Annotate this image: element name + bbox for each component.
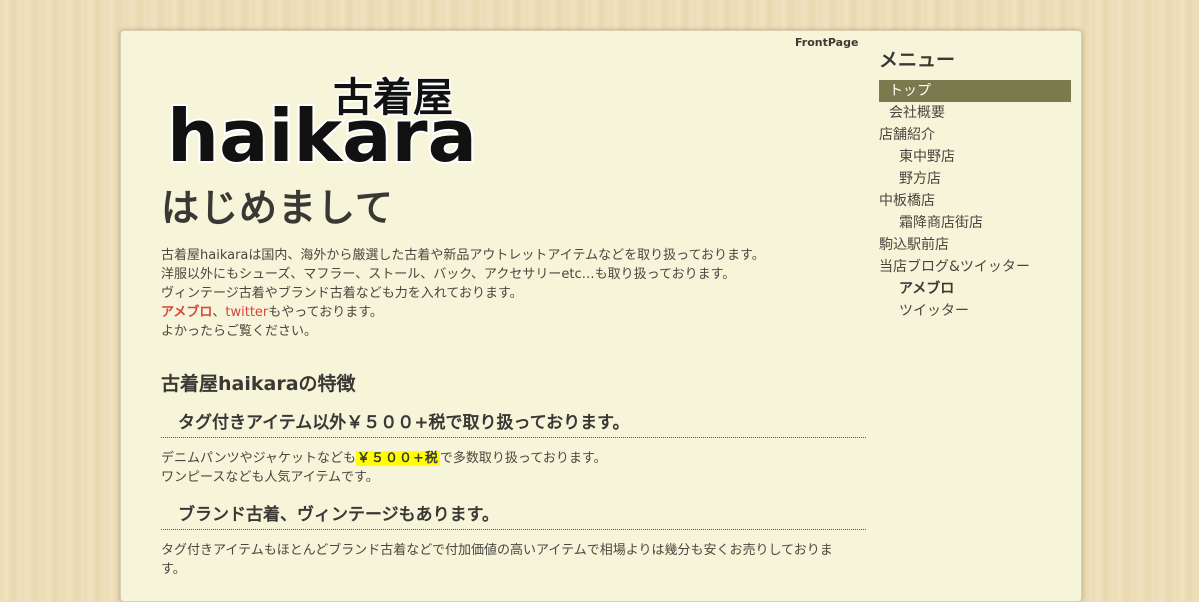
menu-title: メニュー: [879, 49, 956, 71]
price-line-1-post: で多数取り扱っております。: [439, 451, 607, 466]
intro-line-1: 古着屋haikaraは国内、海外から厳選した古着や新品アウトレットアイテムなどを…: [161, 248, 765, 263]
ameblo-link[interactable]: アメブロ: [161, 305, 212, 320]
twitter-link[interactable]: twitter: [225, 305, 268, 320]
menu-item-company[interactable]: 会社概要: [879, 102, 1071, 124]
price-line-1: デニムパンツやジャケットなども￥５００+税で多数取り扱っております。: [161, 449, 851, 468]
section-text-price: デニムパンツやジャケットなども￥５００+税で多数取り扱っております。 ワンピース…: [161, 449, 851, 487]
menu-item-top[interactable]: トップ: [879, 80, 1071, 102]
menu-item-komagome[interactable]: 駒込駅前店: [879, 234, 1071, 256]
menu-item-shimofuri[interactable]: 霜降商店街店: [879, 212, 1071, 234]
menu-item-ameblo[interactable]: アメブロ: [879, 278, 1071, 300]
haikara-logo[interactable]: 古着屋 haikara: [165, 67, 485, 168]
intro-separator: 、: [212, 305, 226, 320]
intro-line-4-rest: もやっております。: [268, 305, 383, 320]
menu-item-higashinakano[interactable]: 東中野店: [879, 146, 1071, 168]
logo-main-text: haikara: [167, 94, 477, 167]
menu-list: トップ 会社概要 店舗紹介 東中野店 野方店 中板橋店 霜降商店街店 駒込駅前店…: [879, 80, 1071, 322]
section-heading-price: タグ付きアイテム以外￥５００+税で取り扱っております。: [161, 408, 866, 438]
features-heading: 古着屋haikaraの特徴: [161, 373, 356, 395]
side-menu: メニュー トップ 会社概要 店舗紹介 東中野店 野方店 中板橋店 霜降商店街店 …: [879, 45, 1071, 322]
brand-line-1: タグ付きアイテムもほとんどブランド古着などで付加価値の高いアイテムで相場よりは幾…: [161, 543, 833, 558]
intro-line-5: よかったらご覧ください。: [161, 324, 318, 339]
page-title: はじめまして: [161, 186, 394, 230]
brand-line-2: す。: [161, 562, 186, 577]
page-panel: FrontPage 古着屋 haikara はじめまして 古着屋haikaraは…: [120, 30, 1082, 602]
menu-item-nakaitabashi[interactable]: 中板橋店: [879, 190, 1071, 212]
intro-line-4: アメブロ、twitterもやっております。: [161, 303, 851, 322]
intro-text: 古着屋haikaraは国内、海外から厳選した古着や新品アウトレットアイテムなどを…: [161, 246, 851, 341]
menu-item-stores[interactable]: 店舗紹介: [879, 124, 1071, 146]
section-heading-brand: ブランド古着、ヴィンテージもあります。: [161, 500, 866, 530]
intro-line-3: ヴィンテージ古着やブランド古着なども力を入れております。: [161, 286, 523, 301]
price-highlight: ￥５００+税: [356, 451, 440, 466]
menu-item-twitter[interactable]: ツイッター: [879, 300, 1071, 322]
section-text-brand: タグ付きアイテムもほとんどブランド古着などで付加価値の高いアイテムで相場よりは幾…: [161, 541, 851, 579]
intro-line-2: 洋服以外にもシューズ、マフラー、ストール、バック、アクセサリーetc…も取り扱っ…: [161, 267, 736, 282]
price-line-2: ワンピースなども人気アイテムです。: [161, 470, 379, 485]
price-line-1-pre: デニムパンツやジャケットなども: [161, 451, 357, 466]
menu-item-blog-twitter[interactable]: 当店ブログ&ツイッター: [879, 256, 1071, 278]
menu-item-nogata[interactable]: 野方店: [879, 168, 1071, 190]
frontpage-link[interactable]: FrontPage: [795, 36, 858, 49]
